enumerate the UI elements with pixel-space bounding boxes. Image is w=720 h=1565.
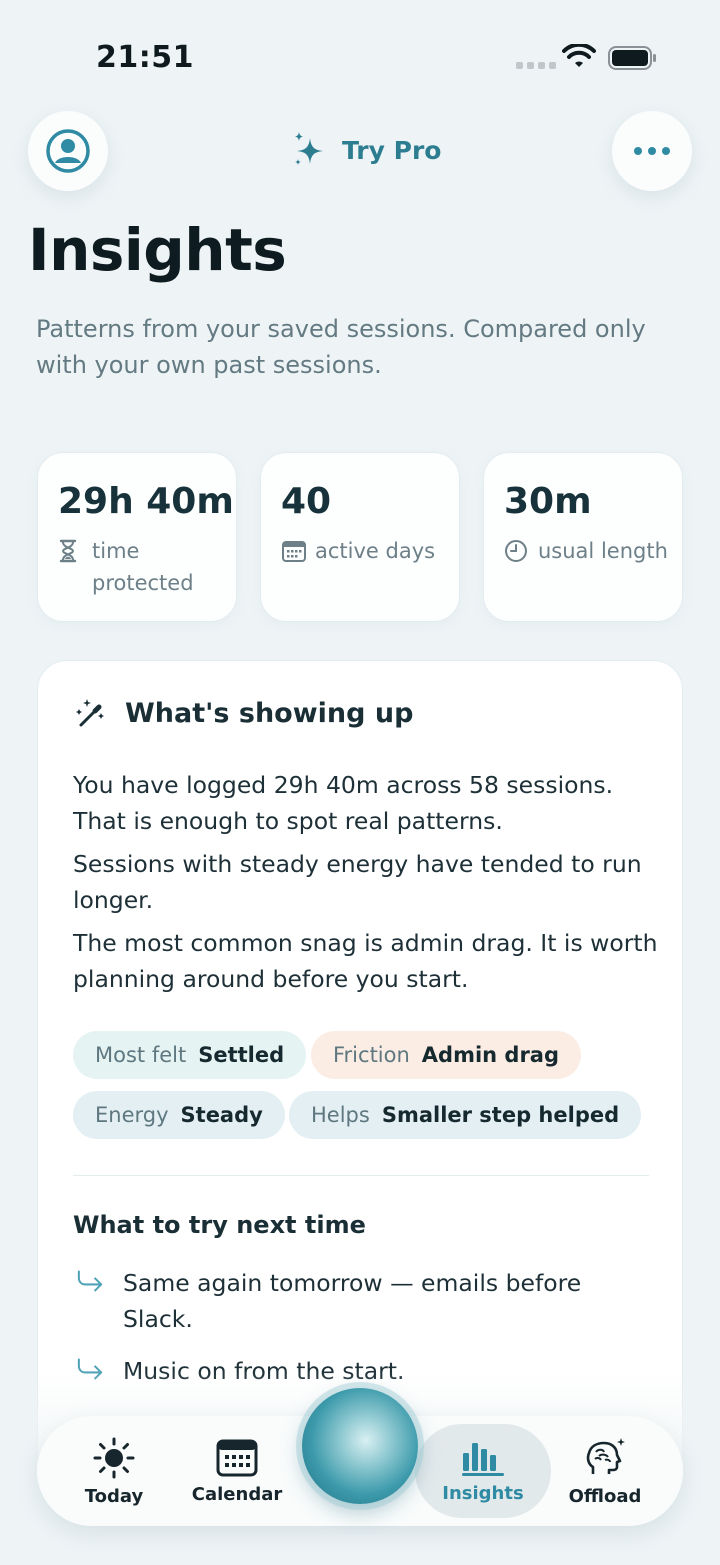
next-time-item: Same again tomorrow — emails before Slac… <box>73 1265 633 1337</box>
stat-card-time-protected: 29h 40m time protected <box>37 452 237 622</box>
tab-label: Insights <box>442 1482 524 1504</box>
magic-wand-icon <box>76 699 104 727</box>
signal-icon <box>516 62 556 69</box>
wifi-icon <box>562 44 596 67</box>
sparkles-icon <box>295 132 323 165</box>
chip-key: Energy <box>95 1103 169 1127</box>
chip-helps: Helps Smaller step helped <box>289 1091 642 1139</box>
insight-line: The most common snag is admin drag. It i… <box>73 929 658 993</box>
user-icon <box>46 129 90 173</box>
stat-label: active days <box>315 539 436 563</box>
page-subtitle: Patterns from your saved sessions. Compa… <box>36 315 646 379</box>
chip-value: Settled <box>198 1043 285 1067</box>
stat-value: 29h 40m <box>58 481 234 522</box>
stat-value: 40 <box>281 481 332 522</box>
tab-calendar[interactable]: Calendar <box>187 1416 287 1526</box>
more-options-button[interactable] <box>612 111 692 191</box>
stat-card-usual-length: 30m usual length <box>483 452 683 622</box>
status-time: 21:51 <box>96 40 194 75</box>
insight-card: What's showing up You have logged 29h 40… <box>37 660 683 1480</box>
chip-value: Smaller step helped <box>381 1103 620 1127</box>
clock-icon <box>505 540 527 562</box>
tab-offload[interactable]: Offload <box>557 1416 653 1526</box>
stat-label: usual length <box>538 539 668 563</box>
insight-card-header: What's showing up <box>73 697 413 729</box>
brain-icon <box>586 1437 625 1474</box>
chip-most-felt: Most felt Settled <box>73 1031 307 1079</box>
chip-key: Helps <box>311 1103 370 1127</box>
insight-line: You have logged 29h 40m across 58 sessio… <box>73 771 614 835</box>
divider <box>73 1175 649 1176</box>
profile-button[interactable] <box>28 111 108 191</box>
bar-chart-icon <box>462 1442 504 1476</box>
tab-today[interactable]: Today <box>69 1416 159 1526</box>
tab-label: Today <box>84 1485 144 1507</box>
calendar-icon <box>282 541 306 562</box>
return-arrow-icon <box>77 1270 103 1292</box>
chip-energy: Energy Steady <box>73 1091 285 1139</box>
hourglass-icon <box>59 539 77 563</box>
try-pro-label: Try Pro <box>342 135 442 165</box>
stat-label: time protected <box>92 539 194 595</box>
try-pro-button[interactable]: Try Pro <box>290 130 441 170</box>
status-bar: 21:51 <box>0 0 720 100</box>
chip-value: Steady <box>180 1103 263 1127</box>
start-session-orb-button[interactable] <box>302 1388 418 1504</box>
next-time-text: Same again tomorrow — emails before Slac… <box>123 1269 582 1333</box>
calendar-icon <box>216 1439 258 1476</box>
tab-insights[interactable]: Insights <box>415 1424 551 1518</box>
insight-lines: You have logged 29h 40m across 58 sessio… <box>73 767 663 1004</box>
next-time-title: What to try next time <box>73 1211 366 1239</box>
chip-key: Friction <box>333 1043 410 1067</box>
ellipsis-icon <box>634 147 670 155</box>
battery-icon <box>608 46 656 70</box>
page-title: Insights <box>28 216 287 284</box>
chip-friction: Friction Admin drag <box>311 1031 582 1079</box>
tab-label: Offload <box>568 1485 642 1507</box>
sun-icon <box>93 1437 135 1478</box>
chip-key: Most felt <box>95 1043 187 1067</box>
stat-value: 30m <box>504 481 592 522</box>
insight-card-title: What's showing up <box>125 697 414 729</box>
tab-label: Calendar <box>191 1483 283 1505</box>
chip-value: Admin drag <box>421 1043 560 1067</box>
insight-line: Sessions with steady energy have tended … <box>73 850 642 914</box>
stat-card-active-days: 40 active days <box>260 452 460 622</box>
